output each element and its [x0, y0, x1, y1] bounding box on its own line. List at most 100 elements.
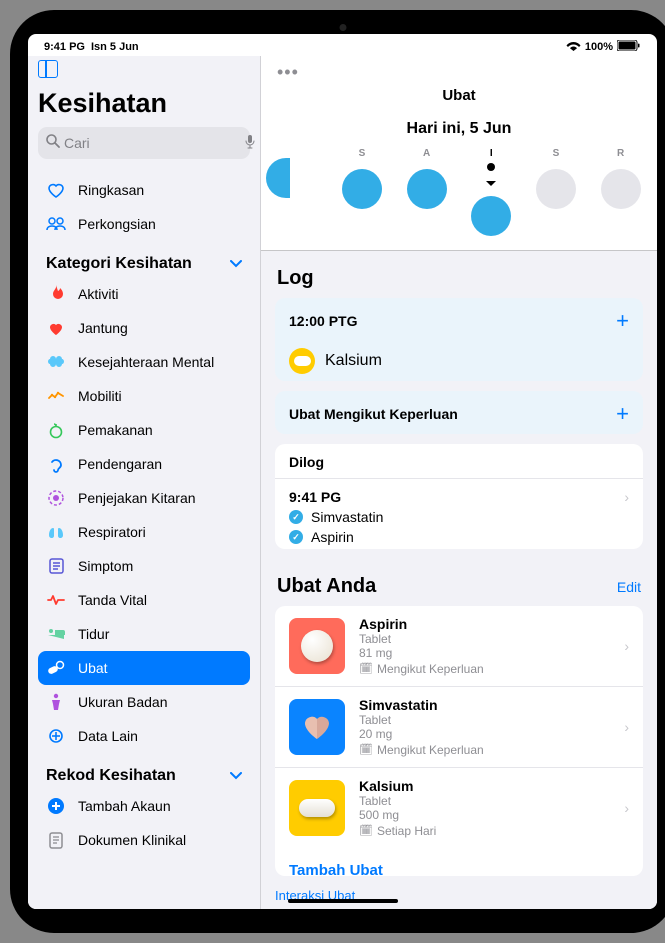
- day-circle: [266, 158, 290, 198]
- add-as-needed-button[interactable]: +: [616, 401, 629, 427]
- day-column[interactable]: R: [596, 148, 646, 236]
- med-dose: 81 mg: [359, 646, 610, 660]
- sidebar-item-sharing[interactable]: Perkongsian: [38, 207, 250, 241]
- sidebar-item-apple[interactable]: Pemakanan: [38, 413, 250, 447]
- sidebar-item-label: Pendengaran: [78, 456, 162, 472]
- sidebar-item-heart[interactable]: Jantung: [38, 311, 250, 345]
- sidebar-item-label: Tidur: [78, 626, 109, 642]
- brain-icon: [46, 352, 66, 372]
- main-title: Ubat: [261, 85, 657, 110]
- categories-header[interactable]: Kategori Kesihatan: [38, 241, 250, 277]
- search-input[interactable]: [64, 135, 245, 151]
- mic-icon[interactable]: [245, 135, 255, 152]
- med-schedule: 🗓Mengikut Keperluan: [359, 743, 610, 757]
- records-header[interactable]: Rekod Kesihatan: [38, 753, 250, 789]
- week-row[interactable]: SAISR: [261, 138, 657, 250]
- sidebar-item-ear[interactable]: Pendengaran: [38, 447, 250, 481]
- battery-pct: 100%: [585, 41, 613, 53]
- app-title: Kesihatan: [38, 88, 250, 119]
- log-time: 12:00 PTG: [289, 313, 357, 329]
- sidebar-item-label: Tambah Akaun: [78, 798, 171, 814]
- heart-icon: [46, 318, 66, 338]
- calendar-icon: 🗓: [359, 743, 373, 756]
- chevron-right-icon: ›: [624, 719, 629, 735]
- search-box[interactable]: [38, 127, 250, 159]
- logged-header: Dilog: [275, 444, 643, 479]
- med-item[interactable]: Aspirin Tablet 81 mg 🗓Mengikut Keperluan…: [275, 606, 643, 687]
- med-name: Simvastatin: [359, 697, 610, 713]
- interactions-link[interactable]: Interaksi Ubat: [261, 886, 657, 909]
- sidebar: Kesihatan Ringkasan: [28, 56, 260, 909]
- med-form: Tablet: [359, 632, 610, 646]
- sidebar-item-doc[interactable]: Dokumen Klinikal: [38, 823, 250, 857]
- day-label: S: [359, 148, 366, 159]
- sidebar-item-list[interactable]: Simptom: [38, 549, 250, 583]
- other-icon: [46, 726, 66, 746]
- sidebar-item-body[interactable]: Ukuran Badan: [38, 685, 250, 719]
- sidebar-item-bed[interactable]: Tidur: [38, 617, 250, 651]
- toggle-sidebar-icon[interactable]: [38, 60, 58, 78]
- sidebar-item-other[interactable]: Data Lain: [38, 719, 250, 753]
- vital-icon: [46, 590, 66, 610]
- med-item[interactable]: Kalsium Tablet 500 mg 🗓Setiap Hari ›: [275, 768, 643, 848]
- sidebar-item-summary[interactable]: Ringkasan: [38, 173, 250, 207]
- sidebar-item-label: Respiratori: [78, 524, 146, 540]
- home-indicator[interactable]: [288, 899, 398, 903]
- add-log-button[interactable]: +: [616, 308, 629, 334]
- search-icon: [46, 134, 60, 152]
- day-column[interactable]: S: [337, 148, 387, 236]
- status-time: 9:41 PG: [44, 41, 85, 53]
- sidebar-item-plus-circle[interactable]: Tambah Akaun: [38, 789, 250, 823]
- sidebar-item-lungs[interactable]: Respiratori: [38, 515, 250, 549]
- main-content: ••• Ubat Hari ini, 5 Jun SAISR Log 12:00…: [260, 56, 657, 909]
- sidebar-item-walk[interactable]: Mobiliti: [38, 379, 250, 413]
- add-med-button[interactable]: Tambah Ubat: [275, 848, 643, 876]
- med-item[interactable]: Simvastatin Tablet 20 mg 🗓Mengikut Keper…: [275, 687, 643, 768]
- sidebar-item-label: Aktiviti: [78, 286, 118, 302]
- sidebar-item-brain[interactable]: Kesejahteraan Mental: [38, 345, 250, 379]
- sidebar-item-label: Data Lain: [78, 728, 138, 744]
- today-marker-icon: [487, 163, 495, 171]
- more-icon[interactable]: •••: [261, 60, 657, 85]
- cycle-icon: [46, 488, 66, 508]
- as-needed-label: Ubat Mengikut Keperluan: [289, 406, 458, 422]
- med-name: Kalsium: [359, 778, 610, 794]
- sidebar-item-label: Mobiliti: [78, 388, 122, 404]
- chevron-down-icon: [230, 257, 242, 271]
- pills-icon: [46, 658, 66, 678]
- battery-icon: [617, 40, 641, 54]
- sidebar-item-label: Dokumen Klinikal: [78, 832, 186, 848]
- day-column[interactable]: I: [466, 148, 516, 236]
- day-label: I: [490, 148, 493, 159]
- day-column[interactable]: A: [402, 148, 452, 236]
- wifi-icon: [566, 40, 581, 54]
- sidebar-item-vital[interactable]: Tanda Vital: [38, 583, 250, 617]
- sidebar-item-label: Pemakanan: [78, 422, 153, 438]
- date-subtitle: Hari ini, 5 Jun: [261, 110, 657, 138]
- sidebar-item-cycle[interactable]: Penjejakan Kitaran: [38, 481, 250, 515]
- status-bar: 9:41 PG Isn 5 Jun 100%: [28, 34, 657, 56]
- med-tile-icon: [289, 699, 345, 755]
- med-tile-icon: [289, 618, 345, 674]
- chevron-right-icon: ›: [624, 800, 629, 816]
- ear-icon: [46, 454, 66, 474]
- today-arrow-icon: [486, 181, 496, 186]
- check-icon: ✓: [289, 530, 303, 544]
- edit-button[interactable]: Edit: [617, 579, 641, 595]
- day-column[interactable]: [272, 148, 322, 236]
- day-label: S: [553, 148, 560, 159]
- doc-icon: [46, 830, 66, 850]
- calendar-icon: 🗓: [359, 662, 373, 675]
- logged-entry[interactable]: 9:41 PG ✓Simvastatin✓Aspirin ›: [275, 479, 643, 549]
- as-needed-card[interactable]: Ubat Mengikut Keperluan +: [275, 391, 643, 434]
- lungs-icon: [46, 522, 66, 542]
- sidebar-item-pills[interactable]: Ubat: [38, 651, 250, 685]
- med-schedule: 🗓Mengikut Keperluan: [359, 662, 610, 676]
- log-card[interactable]: 12:00 PTG + Kalsium: [275, 298, 643, 381]
- day-column[interactable]: S: [531, 148, 581, 236]
- day-label: R: [617, 148, 624, 159]
- logged-time: 9:41 PG: [289, 489, 624, 505]
- flame-icon: [46, 284, 66, 304]
- sidebar-item-label: Ukuran Badan: [78, 694, 168, 710]
- sidebar-item-flame[interactable]: Aktiviti: [38, 277, 250, 311]
